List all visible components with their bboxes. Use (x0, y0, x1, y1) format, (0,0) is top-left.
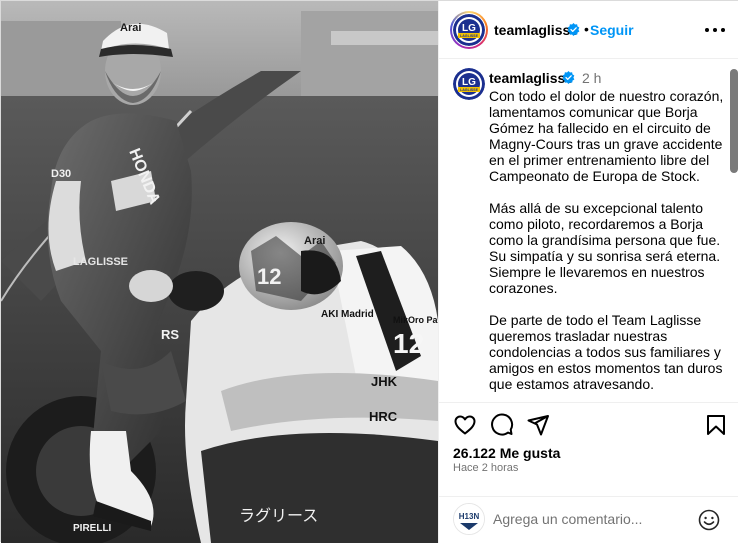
laglisse-logo-icon: LG LAGLISSE (453, 68, 485, 100)
post-side-panel: LG LAGLISSE teamlaglisse • Seguir LG LAG… (438, 1, 738, 543)
suit-text-laglisse: LAGLISSE (73, 256, 128, 268)
helmet-number-text: 12 (257, 264, 281, 289)
laglisse-logo-icon: LG LAGLISSE (453, 14, 485, 46)
caption-scrollbar[interactable] (730, 69, 738, 173)
like-count[interactable]: 26.122 Me gusta (453, 445, 560, 461)
share-icon[interactable] (526, 413, 550, 437)
account-avatar[interactable]: LG LAGLISSE (453, 14, 485, 46)
fairing-text-hrc: HRC (369, 409, 398, 424)
caption-area: LG LAGLISSE teamlaglisse 2 h Con todo el… (439, 59, 738, 402)
more-options-icon[interactable] (703, 19, 727, 39)
svg-text:LG: LG (462, 23, 476, 34)
suit-text-rs: RS (161, 327, 179, 342)
emoji-icon[interactable] (697, 508, 721, 532)
caption-time[interactable]: 2 h (582, 70, 601, 86)
heart-icon[interactable] (453, 413, 477, 437)
follow-button[interactable]: Seguir (590, 22, 634, 38)
cap-brand-text: Arai (120, 22, 141, 34)
post-photo: Arai HONDA D30 LAGLISSE RS Arai 12 AKI M… (1, 1, 438, 543)
verified-badge-icon (567, 23, 580, 36)
caption-paragraph: Con todo el dolor de nuestro corazón, la… (489, 88, 724, 184)
fairing-text-pirelli: PIRELLI (73, 523, 112, 534)
comment-input[interactable] (493, 509, 693, 529)
comment-composer: H13N (439, 496, 738, 543)
svg-text:LG: LG (462, 77, 476, 88)
rider-photo-illustration: Arai HONDA D30 LAGLISSE RS Arai 12 AKI M… (1, 1, 438, 543)
suit-text-d30: D30 (51, 168, 71, 180)
svg-text:LAGLISSE: LAGLISSE (460, 34, 479, 38)
instagram-post-modal: Arai HONDA D30 LAGLISSE RS Arai 12 AKI M… (0, 0, 738, 543)
account-username[interactable]: teamlaglisse (494, 22, 578, 38)
post-time[interactable]: Hace 2 horas (453, 462, 518, 474)
viewer-avatar[interactable]: H13N (453, 503, 485, 535)
fairing-text-akimadrid: AKI Madrid (321, 309, 374, 320)
fairing-text-japanese: ラグリース (239, 506, 318, 525)
helmet-brand-text: Arai (304, 235, 325, 247)
svg-text:LAGLISSE: LAGLISSE (460, 88, 479, 92)
verified-badge-icon (562, 71, 575, 84)
post-actions: 26.122 Me gusta Hace 2 horas H13N (439, 402, 738, 542)
fairing-text-jhk: JHK (371, 374, 398, 389)
svg-text:H13N: H13N (459, 512, 480, 521)
post-header: LG LAGLISSE teamlaglisse • Seguir (439, 1, 738, 59)
viewer-avatar-logo-icon: H13N (454, 504, 484, 534)
caption-paragraph: Más allá de su excepcional talento como … (489, 200, 721, 296)
fairing-number-text: 12 (393, 328, 424, 359)
caption-text: Con todo el dolor de nuestro corazón, la… (489, 88, 729, 402)
fairing-text-mikoro: MikOro Pala (393, 315, 438, 325)
caption-paragraph: De parte de todo el Team Laglisse querem… (489, 312, 723, 392)
caption-username[interactable]: teamlaglisse (489, 70, 573, 86)
bookmark-icon[interactable] (704, 413, 728, 437)
caption-avatar[interactable]: LG LAGLISSE (453, 68, 485, 100)
separator-dot: • (584, 21, 589, 37)
comment-icon[interactable] (490, 413, 514, 437)
